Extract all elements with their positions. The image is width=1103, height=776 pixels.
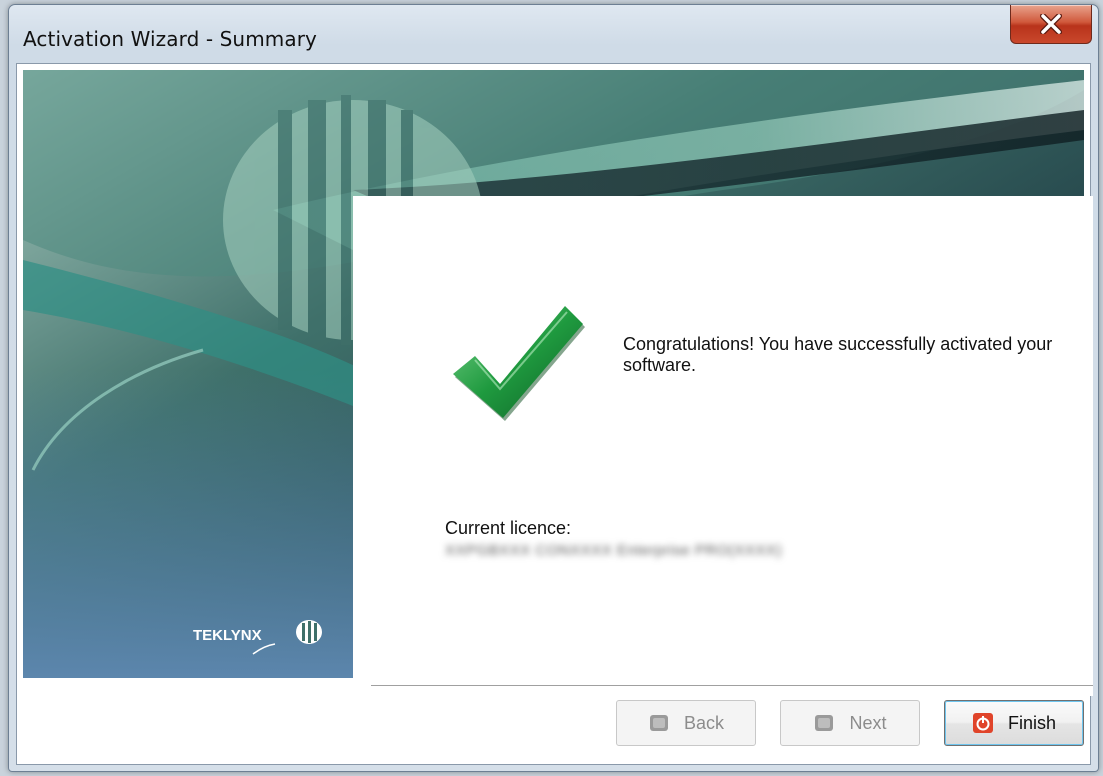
next-button[interactable]: Next	[780, 700, 920, 746]
title-bar[interactable]: Activation Wizard - Summary	[9, 5, 1098, 63]
back-icon	[649, 715, 668, 731]
window-title: Activation Wizard - Summary	[23, 27, 317, 51]
button-bar-divider	[371, 685, 1093, 687]
finish-button[interactable]: Finish	[944, 700, 1084, 746]
wizard-client-area: TEKLYNX Congratulations! You have succes…	[16, 63, 1093, 765]
next-button-label: Next	[849, 712, 887, 733]
licence-label: Current licence:	[445, 518, 572, 538]
back-button-label: Back	[683, 712, 725, 733]
close-icon	[1040, 14, 1062, 34]
power-icon	[972, 713, 993, 733]
success-message: Congratulations! You have successfully a…	[623, 334, 1053, 375]
finish-button-label: Finish	[1007, 712, 1056, 733]
checkmark-icon	[453, 306, 585, 421]
summary-panel: Congratulations! You have successfully a…	[353, 196, 1093, 696]
licence-value: XXPGBXXX CONXXXX Enterprise PRO(XXXX)	[445, 542, 782, 559]
close-button[interactable]	[1010, 5, 1092, 44]
next-icon	[815, 715, 834, 731]
back-button[interactable]: Back	[616, 700, 756, 746]
activation-wizard-window: Activation Wizard - Summary TEKLYNX Cong…	[8, 4, 1099, 772]
svg-text:TEKLYNX: TEKLYNX	[193, 627, 262, 644]
